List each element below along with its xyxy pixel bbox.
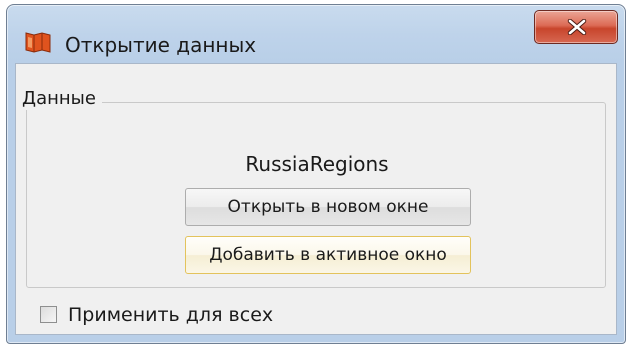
apply-to-all-checkbox[interactable] bbox=[40, 306, 57, 323]
map-book-icon bbox=[25, 31, 51, 53]
add-to-active-window-button[interactable]: Добавить в активное окно bbox=[185, 236, 471, 274]
dialog-window: Открытие данных Данные RussiaRegions Отк… bbox=[6, 4, 626, 344]
open-in-new-window-button[interactable]: Открыть в новом окне bbox=[185, 188, 471, 226]
dataset-name: RussiaRegions bbox=[245, 152, 389, 176]
apply-to-all-label[interactable]: Применить для всех bbox=[68, 304, 273, 326]
close-button[interactable] bbox=[534, 10, 618, 44]
dialog-content: Данные RussiaRegions Открыть в новом окн… bbox=[15, 63, 617, 335]
window-title: Открытие данных bbox=[65, 33, 257, 57]
close-x-icon bbox=[567, 19, 587, 35]
title-bar[interactable]: Открытие данных bbox=[7, 5, 625, 61]
groupbox-label: Данные bbox=[20, 88, 102, 110]
